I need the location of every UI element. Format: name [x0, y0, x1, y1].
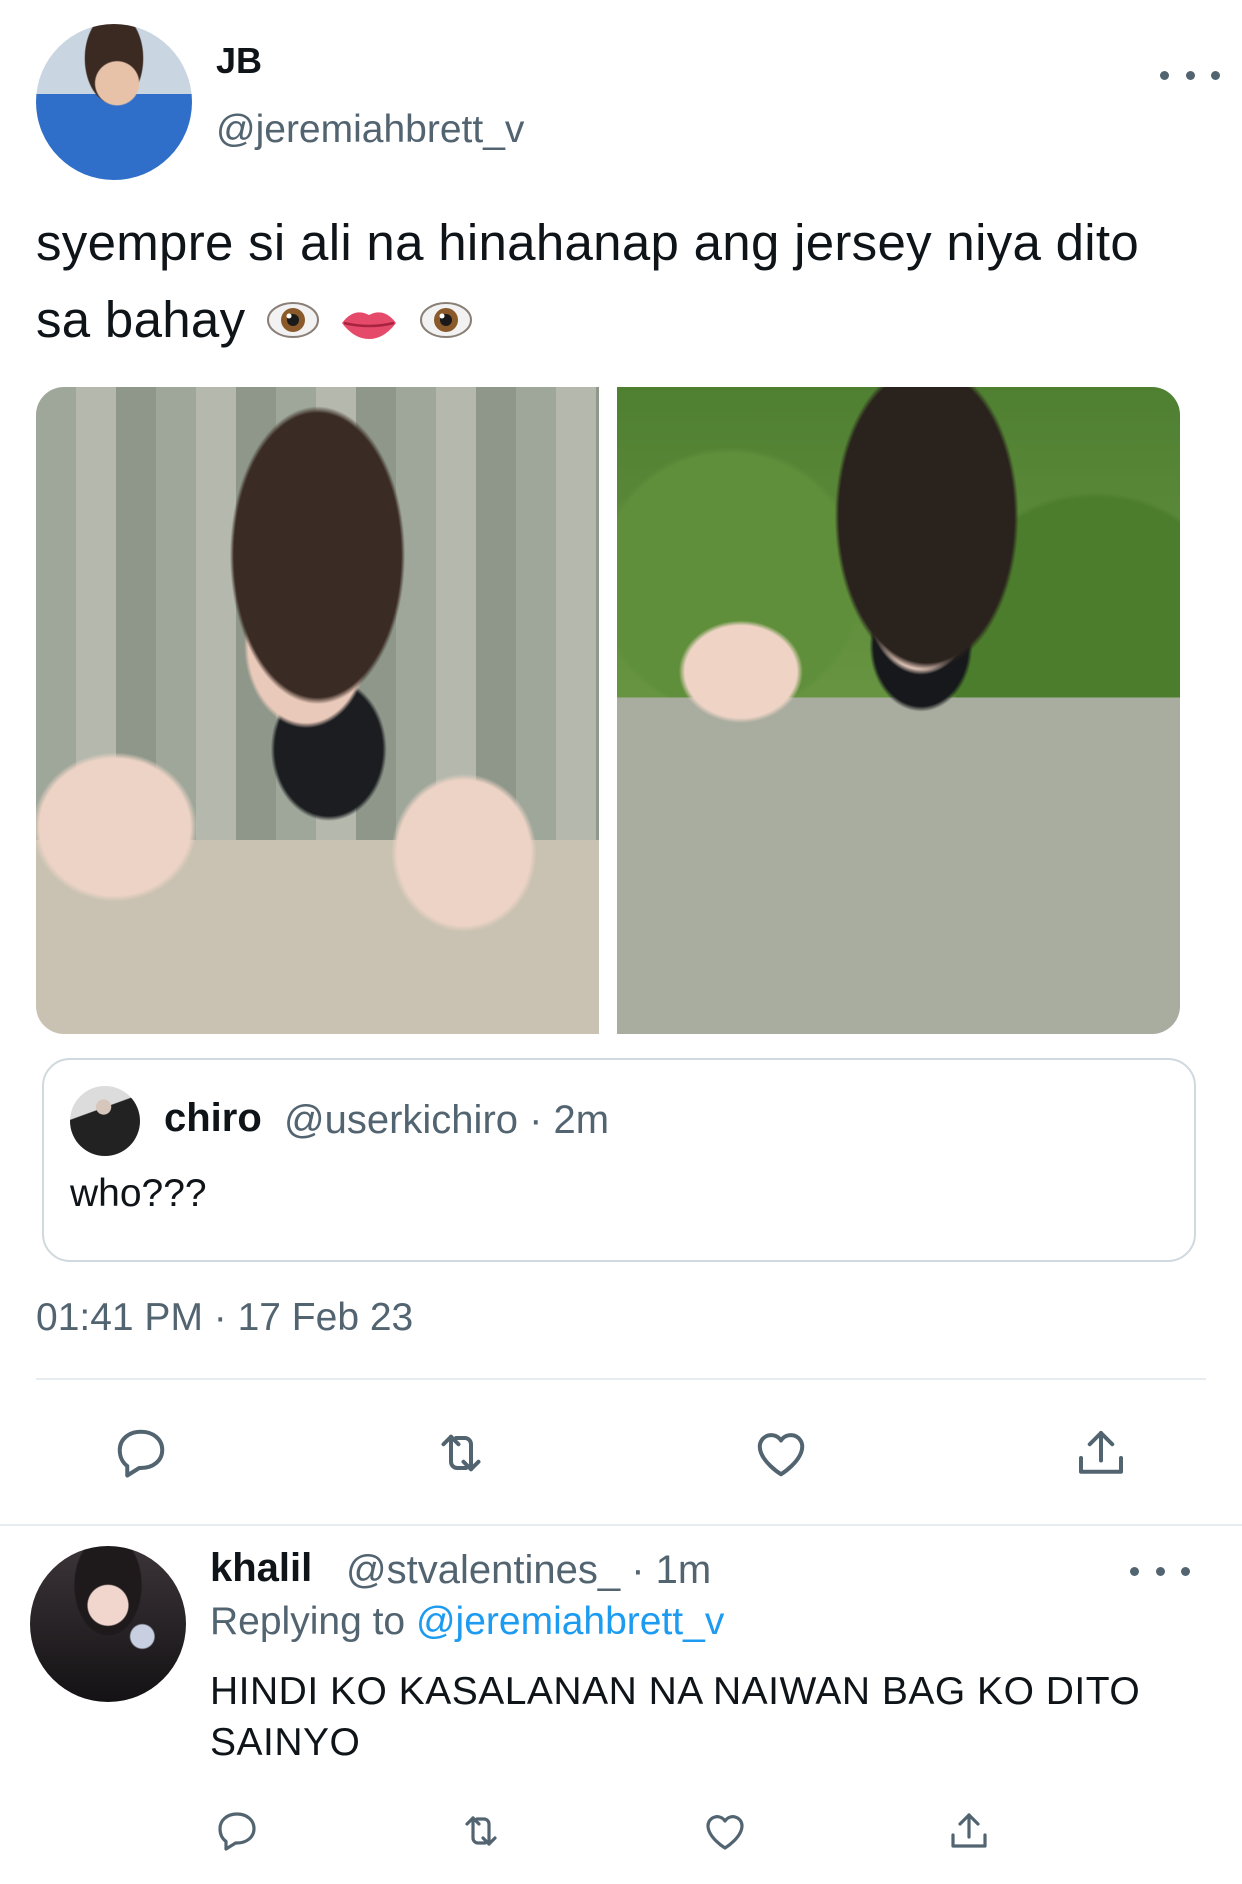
reply-author-name[interactable]: khalil — [210, 1546, 312, 1591]
more-icon[interactable] — [1130, 1556, 1190, 1586]
reply-avatar[interactable] — [30, 1546, 186, 1702]
tweet-photo-1[interactable] — [36, 387, 599, 1034]
tweet-timestamp: 01:41 PM · 17 Feb 23 — [36, 1296, 414, 1339]
author-handle[interactable]: @jeremiahbrett_v — [216, 108, 524, 152]
quoted-text: who??? — [70, 1172, 207, 1215]
replying-to-prefix: Replying to — [210, 1600, 416, 1643]
eye-icon — [419, 285, 473, 362]
tweet-text-content: syempre si ali na hinahanap ang jersey n… — [36, 214, 1140, 348]
tweet-photo-2[interactable] — [617, 387, 1180, 1034]
replying-to-handle[interactable]: @jeremiahbrett_v — [416, 1600, 724, 1643]
tweet-text: syempre si ali na hinahanap ang jersey n… — [36, 204, 1196, 362]
reply-icon[interactable] — [106, 1418, 176, 1488]
author-name[interactable]: JB — [216, 40, 262, 82]
divider — [36, 1378, 1206, 1380]
retweet-icon[interactable] — [446, 1796, 516, 1866]
like-icon[interactable] — [690, 1796, 760, 1866]
section-divider — [0, 1524, 1242, 1526]
quoted-name: chiro — [164, 1096, 262, 1140]
share-icon[interactable] — [1066, 1418, 1136, 1488]
retweet-icon[interactable] — [426, 1418, 496, 1488]
reply-icon[interactable] — [202, 1796, 272, 1866]
reply-meta: @stvalentines_ · 1m — [346, 1548, 712, 1592]
eye-icon — [266, 285, 320, 362]
share-icon[interactable] — [934, 1796, 1004, 1866]
replying-to: Replying to @jeremiahbrett_v — [210, 1600, 724, 1644]
quoted-avatar — [70, 1086, 140, 1156]
quoted-meta: @userkichiro · 2m — [284, 1098, 610, 1142]
lips-icon — [340, 285, 398, 362]
like-icon[interactable] — [746, 1418, 816, 1488]
reply-text: HINDI KO KASALANAN NA NAIWAN BAG KO DITO… — [210, 1670, 1141, 1764]
more-icon[interactable] — [1160, 60, 1220, 90]
quoted-tweet[interactable] — [42, 1058, 1196, 1262]
author-avatar[interactable] — [36, 24, 192, 180]
